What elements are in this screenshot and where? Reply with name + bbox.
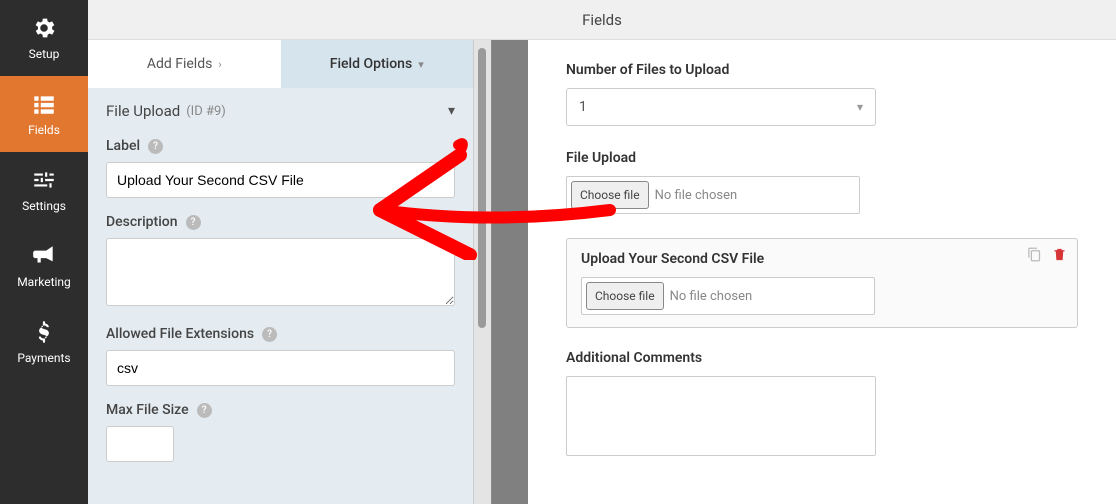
allowed-ext-heading: Allowed File Extensions [106, 326, 254, 342]
dollar-icon [31, 319, 57, 345]
bullhorn-icon [31, 243, 57, 269]
gear-icon [31, 15, 57, 41]
sidebar: Setup Fields Settings Marketing Payments [0, 0, 88, 504]
label-input[interactable] [106, 162, 455, 198]
sidebar-item-marketing[interactable]: Marketing [0, 228, 88, 304]
sidebar-item-settings[interactable]: Settings [0, 152, 88, 228]
choose-file-button[interactable]: Choose file [586, 282, 664, 310]
tab-field-options-label: Field Options [330, 56, 412, 72]
help-icon[interactable]: ? [262, 327, 277, 342]
num-files-label: Number of Files to Upload [566, 62, 1078, 78]
list-icon [31, 91, 57, 117]
sidebar-item-payments[interactable]: Payments [0, 304, 88, 380]
sidebar-label-setup: Setup [29, 47, 60, 61]
max-size-input[interactable] [106, 426, 174, 462]
sidebar-item-fields[interactable]: Fields [0, 76, 88, 152]
trash-icon[interactable] [1052, 247, 1067, 262]
description-textarea[interactable] [106, 238, 455, 306]
chevron-down-icon: ▾ [857, 100, 863, 114]
duplicate-icon[interactable] [1027, 247, 1042, 262]
sliders-icon [31, 167, 57, 193]
num-files-select[interactable]: 1 ▾ [566, 88, 876, 126]
description-heading: Description [106, 214, 178, 230]
tab-add-fields[interactable]: Add Fields › [88, 40, 281, 88]
tab-field-options[interactable]: Field Options ▾ [281, 40, 474, 88]
chevron-down-icon: ▾ [448, 103, 455, 119]
comments-textarea[interactable] [566, 376, 876, 456]
help-icon[interactable]: ? [186, 215, 201, 230]
num-files-value: 1 [579, 99, 587, 115]
no-file-text: No file chosen [668, 289, 753, 304]
comments-label: Additional Comments [566, 350, 1078, 366]
file-upload-label: File Upload [566, 150, 1078, 166]
sidebar-label-marketing: Marketing [17, 275, 71, 289]
max-size-heading: Max File Size [106, 402, 189, 418]
tab-add-fields-label: Add Fields [147, 56, 213, 72]
file-upload-input[interactable]: Choose file No file chosen [566, 176, 860, 214]
sidebar-label-settings: Settings [22, 199, 66, 213]
chevron-down-icon: ▾ [418, 58, 424, 71]
no-file-text: No file chosen [653, 188, 738, 203]
form-preview: Number of Files to Upload 1 ▾ File Uploa… [528, 40, 1116, 504]
label-heading: Label [106, 138, 140, 154]
page-title: Fields [582, 11, 622, 29]
sidebar-label-payments: Payments [17, 351, 70, 365]
help-icon[interactable]: ? [197, 403, 212, 418]
selected-field-block[interactable]: Upload Your Second CSV File Choose file … [566, 238, 1078, 328]
sidebar-item-setup[interactable]: Setup [0, 0, 88, 76]
help-icon[interactable]: ? [148, 139, 163, 154]
second-file-input[interactable]: Choose file No file chosen [581, 277, 875, 315]
panel-title: File Upload [106, 102, 180, 120]
allowed-ext-input[interactable] [106, 350, 455, 386]
scrollbar[interactable] [474, 40, 492, 504]
main: Fields Add Fields › Field Options ▾ File… [88, 0, 1116, 504]
page-title-bar: Fields [88, 0, 1116, 40]
second-file-label: Upload Your Second CSV File [581, 251, 1063, 267]
divider [492, 40, 528, 504]
chevron-right-icon: › [218, 58, 221, 71]
sidebar-label-fields: Fields [28, 123, 60, 137]
panel-id-text: (ID #9) [186, 104, 226, 119]
field-options-panel: Add Fields › Field Options ▾ File Upload… [88, 40, 474, 504]
choose-file-button[interactable]: Choose file [571, 181, 649, 209]
panel-header[interactable]: File Upload (ID #9) ▾ [88, 88, 473, 134]
scrollbar-thumb[interactable] [478, 48, 486, 328]
